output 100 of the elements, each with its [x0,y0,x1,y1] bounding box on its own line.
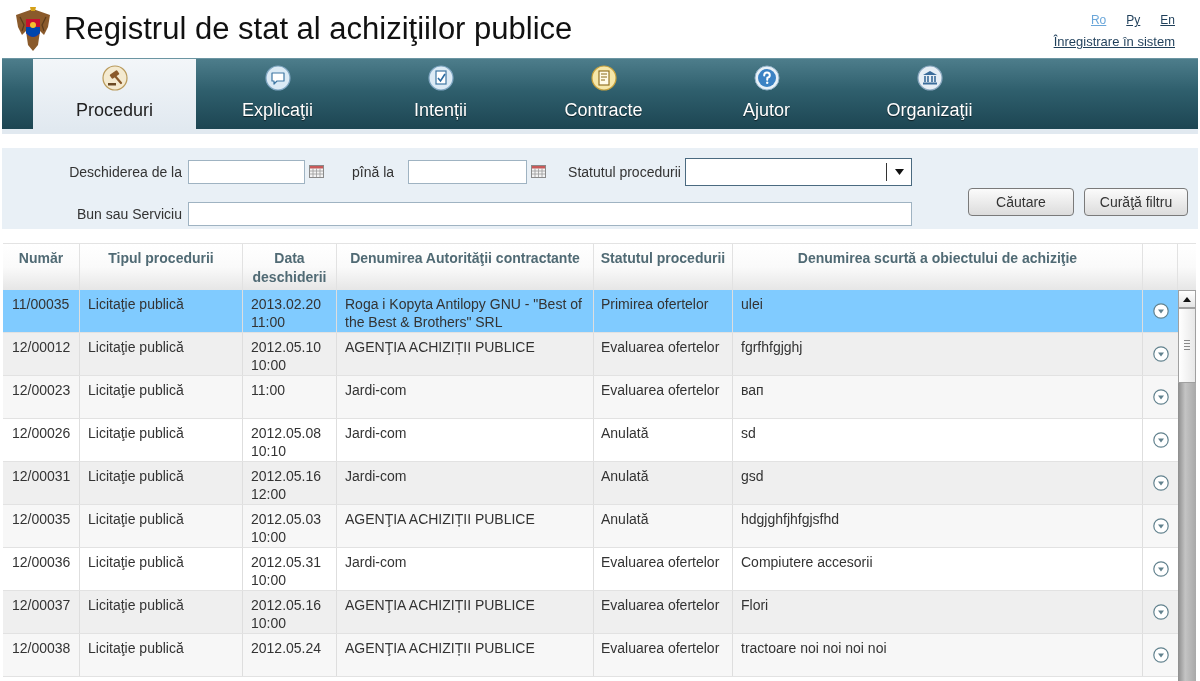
table-cell: Jardi-com [337,419,594,461]
table-cell: Anulată [594,419,733,461]
table-row[interactable]: 12/00035 Licitaţie publică 2012.05.03 10:00 AGENŢIA ACHIZIȚII PUBLICE Anulată hdgjghfjhfgjsfhd [3,505,1178,548]
document-check-icon [427,65,454,91]
item-field[interactable] [188,202,912,227]
table-cell: 12/00036 [3,548,80,590]
field-label: pînă la [352,163,395,180]
table-row[interactable]: 11/00035 Licitaţie publică 2013.02.20 11:00 Roga i Kopyta Antilopy GNU - "Best of the Best & Brothers" SRL Primirea ofertelor ulei [3,290,1178,333]
dropdown-circle-icon[interactable] [1152,346,1169,362]
table-row[interactable]: 12/00026 Licitaţie publică 2012.05.08 10:10 Jardi-com Anulată sd [3,419,1178,462]
table-cell: gsd [733,462,1143,504]
table-cell: 2012.05.16 12:00 [243,462,337,504]
table-cell: Licitaţie publică [80,505,243,547]
filter-button[interactable]: Curăţă filtru [1084,188,1188,216]
gavel-icon [101,65,128,91]
table-cell: fgrfhfgjghj [733,333,1143,375]
table-cell: Evaluarea ofertelor [594,634,733,676]
table-cell: Evaluarea ofertelor [594,376,733,418]
table-row[interactable]: 12/00036 Licitaţie publică 2012.05.31 10:00 Jardi-com Evaluarea ofertelor Compiutere accesorii [3,548,1178,591]
table-cell: 12/00037 [3,591,80,633]
dropdown-circle-icon[interactable] [1152,647,1169,663]
dropdown-circle-icon[interactable] [1152,432,1169,448]
table-cell: Licitaţie publică [80,591,243,633]
nav-tab[interactable]: Intenții [359,59,522,129]
table-row[interactable]: 12/00031 Licitaţie publică 2012.05.16 12:00 Jardi-com Anulată gsd [3,462,1178,505]
table-cell: Jardi-com [337,376,594,418]
table-cell: 12/00031 [3,462,80,504]
language-link[interactable]: En [1160,13,1175,27]
table-cell: 12/00026 [3,419,80,461]
dropdown-circle-icon[interactable] [1152,389,1169,405]
dropdown-circle-icon[interactable] [1152,561,1169,577]
scrollbar[interactable] [1178,290,1196,681]
table-cell: Anulată [594,462,733,504]
building-icon [916,65,943,91]
table-cell: 2012.05.03 10:00 [243,505,337,547]
table-cell: Primirea ofertelor [594,290,733,332]
table-cell: 2012.05.08 10:10 [243,419,337,461]
table-cell: 2013.02.20 11:00 [243,290,337,332]
document-icon [590,65,617,91]
site-title: Registrul de stat al achiziţiilor publice [64,11,574,47]
table-cell: Flori [733,591,1143,633]
filter-button[interactable]: Căutare [968,188,1074,216]
table-cell: Licitaţie publică [80,333,243,375]
calendar-icon[interactable] [531,165,547,179]
table-cell: 2012.05.24 [243,634,337,676]
nav-tab[interactable]: Organizaţii [848,59,1011,129]
nav-tab[interactable]: Ajutor [685,59,848,129]
table-cell: 11:00 [243,376,337,418]
table-cell: 12/00012 [3,333,80,375]
table-cell: 12/00023 [3,376,80,418]
table-cell: Compiutere accesorii [733,548,1143,590]
table-cell: Licitaţie publică [80,462,243,504]
table-cell: AGENŢIA ACHIZIȚII PUBLICE [337,505,594,547]
dropdown-circle-icon[interactable] [1152,475,1169,491]
table-cell: 2012.05.31 10:00 [243,548,337,590]
table-row[interactable]: 12/00037 Licitaţie publică 2012.05.16 10:00 AGENŢIA ACHIZIȚII PUBLICE Evaluarea ofertelor Flori [3,591,1178,634]
table-cell: 2012.05.16 10:00 [243,591,337,633]
calendar-icon[interactable] [309,165,324,179]
table-cell: tractoare noi noi noi noi [733,634,1143,676]
field-label: Deschiderea de la [68,163,182,180]
table-cell: AGENŢIA ACHIZIȚII PUBLICE [337,591,594,633]
dropdown-circle-icon[interactable] [1152,303,1169,319]
table-cell: Licitaţie publică [80,376,243,418]
nav-tab[interactable]: Proceduri [33,59,196,129]
scrollbar-thumb[interactable] [1178,308,1196,383]
table-cell: Licitaţie publică [80,548,243,590]
table-cell: Evaluarea ofertelor [594,333,733,375]
table-row[interactable]: 12/00038 Licitaţie publică 2012.05.24 AGENŢIA ACHIZIȚII PUBLICE Evaluarea ofertelor tractoare noi noi noi noi [3,634,1178,677]
table-cell: Jardi-com [337,548,594,590]
table-cell: AGENŢIA ACHIZIȚII PUBLICE [337,333,594,375]
table-cell: Licitaţie publică [80,634,243,676]
help-icon [753,65,780,91]
dropdown-circle-icon[interactable] [1152,518,1169,534]
date-from-field[interactable] [188,159,305,184]
table-row[interactable]: 12/00023 Licitaţie publică 11:00 Jardi-com Evaluarea ofertelor вап [3,376,1178,419]
up-arrow-icon [1183,296,1191,302]
field-label: Statutul procedurii [568,163,681,180]
table-cell: AGENŢIA ACHIZIȚII PUBLICE [337,634,594,676]
table-cell: Roga i Kopyta Antilopy GNU - "Best of the Best & Brothers" SRL [337,290,594,332]
dropdown-circle-icon[interactable] [1152,604,1169,620]
status-select[interactable] [684,157,912,186]
table-cell: hdgjghfjhfgjsfhd [733,505,1143,547]
date-to-field[interactable] [408,159,528,184]
nav-tab[interactable]: Contracte [522,59,685,129]
table-cell: 12/00038 [3,634,80,676]
table-cell: Licitaţie publică [80,290,243,332]
language-link[interactable]: Ру [1126,13,1141,27]
table-cell: Evaluarea ofertelor [594,548,733,590]
login-link[interactable]: Înregistrare în sistem [1053,34,1175,49]
table-cell: ulei [733,290,1143,332]
coat-of-arms-icon [14,5,52,53]
nav-tab[interactable]: Explicaţii [196,59,359,129]
table-cell: 11/00035 [3,290,80,332]
table-cell: 2012.05.10 10:00 [243,333,337,375]
scroll-up-button[interactable] [1178,290,1196,308]
caret-icon [894,168,904,175]
table-cell: вап [733,376,1143,418]
table-cell: Evaluarea ofertelor [594,591,733,633]
table-row[interactable]: 12/00012 Licitaţie publică 2012.05.10 10:00 AGENŢIA ACHIZIȚII PUBLICE Evaluarea ofertelor fgrfhfgjghj [3,333,1178,376]
table-cell: Jardi-com [337,462,594,504]
